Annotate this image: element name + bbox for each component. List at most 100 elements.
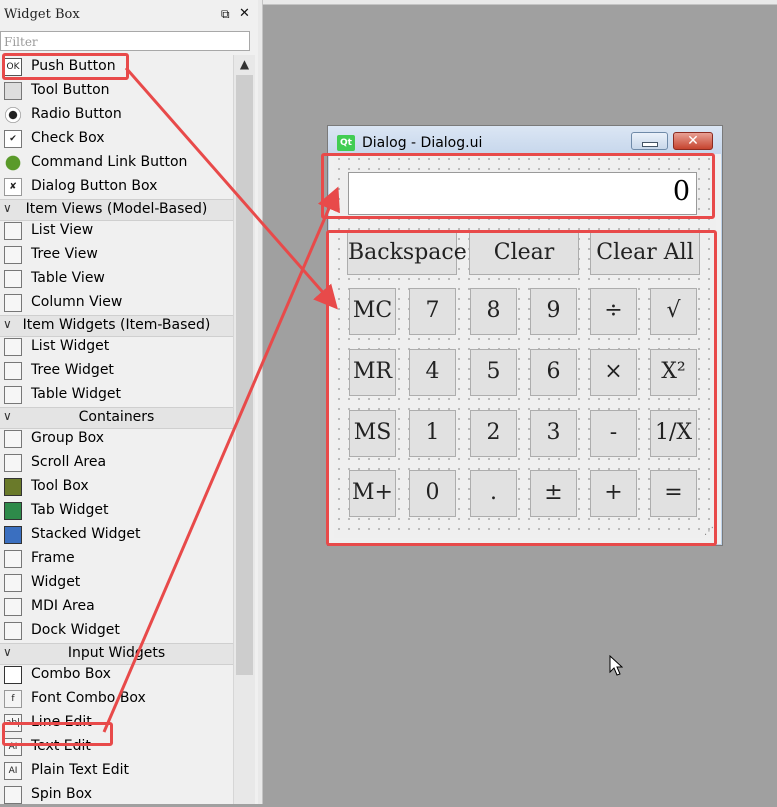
widget-item-mdi-area[interactable]: MDI Area — [0, 595, 233, 619]
widget-item-table-view[interactable]: Table View — [0, 267, 233, 291]
dialog-title: Dialog - Dialog.ui — [362, 135, 483, 151]
table-widget-icon — [4, 386, 22, 404]
widget-item-stacked-widget[interactable]: Stacked Widget — [0, 523, 233, 547]
widget-item-tool-box[interactable]: Tool Box — [0, 475, 233, 499]
spin-box-icon — [4, 786, 22, 804]
widget-item-label: Font Combo Box — [31, 690, 146, 706]
mouse-cursor-icon — [609, 655, 623, 676]
dialog-titlebar[interactable]: Qt Dialog - Dialog.ui ✕ — [328, 126, 722, 154]
float-icon[interactable]: ⧉ — [221, 7, 230, 22]
category-header-item-views-model-based[interactable]: ∨ Item Views (Model-Based) — [0, 199, 233, 221]
stacked-widget-icon — [4, 526, 22, 544]
scroll-area-icon — [4, 454, 22, 472]
minimize-button[interactable] — [631, 132, 668, 150]
qt-logo-icon: Qt — [337, 135, 355, 151]
widget-item-label: MDI Area — [31, 598, 95, 614]
widget-item-label: Tab Widget — [31, 502, 109, 518]
category-header-containers[interactable]: ∨ Containers — [0, 407, 233, 429]
widget-item-label: Table Widget — [31, 386, 121, 402]
widget-item-frame[interactable]: Frame — [0, 547, 233, 571]
widget-item-label: Stacked Widget — [31, 526, 141, 542]
widget-list-scrollbar[interactable]: ▲ — [233, 55, 255, 804]
dialog-close-button[interactable]: ✕ — [673, 132, 713, 150]
widget-item-column-view[interactable]: Column View — [0, 291, 233, 315]
widget-item-table-widget[interactable]: Table Widget — [0, 383, 233, 407]
widget-item-tree-widget[interactable]: Tree Widget — [0, 359, 233, 383]
widget-item-label: Scroll Area — [31, 454, 107, 470]
category-label: Input Widgets — [67, 645, 166, 661]
widget-item-tab-widget[interactable]: Tab Widget — [0, 499, 233, 523]
widget-item-spin-box[interactable]: Spin Box — [0, 783, 233, 807]
widget-item-widget[interactable]: Widget — [0, 571, 233, 595]
widget-item-label: Dialog Button Box — [31, 178, 158, 194]
widget-item-label: Column View — [31, 294, 123, 310]
widget-box-panel: Widget Box ⧉ ✕ Filter OK Push Button Tool … — [0, 0, 259, 804]
category-header-item-widgets-item-based[interactable]: ∨ Item Widgets (Item-Based) — [0, 315, 233, 337]
highlight-line-edit — [2, 722, 113, 746]
widget-item-dock-widget[interactable]: Dock Widget — [0, 619, 233, 643]
widget-item-command-link-button[interactable]: Command Link Button — [0, 151, 233, 175]
widget-item-label: Group Box — [31, 430, 105, 446]
mdi-area-icon — [4, 598, 22, 616]
tab-widget-icon — [4, 502, 22, 520]
top-splitter — [263, 0, 777, 5]
widget-item-label: Table View — [31, 270, 105, 286]
widget-item-tree-view[interactable]: Tree View — [0, 243, 233, 267]
dialog-button-box-icon: ✘ — [4, 178, 22, 196]
highlight-push-button — [2, 53, 129, 80]
widget-item-tool-button[interactable]: Tool Button — [0, 79, 233, 103]
widget-item-radio-button[interactable]: Radio Button — [0, 103, 233, 127]
widget-item-font-combo-box[interactable]: f Font Combo Box — [0, 687, 233, 711]
highlight-display-area — [321, 153, 715, 219]
widget-item-label: Tree View — [31, 246, 98, 262]
widget-box-title: Widget Box — [4, 7, 80, 22]
widget-box-titlebar: Widget Box ⧉ ✕ — [0, 0, 258, 30]
dock-widget-icon — [4, 622, 22, 640]
widget-item-scroll-area[interactable]: Scroll Area — [0, 451, 233, 475]
widget-item-label: Frame — [31, 550, 75, 566]
widget-item-label: List Widget — [31, 338, 110, 354]
tool-box-icon — [4, 478, 22, 496]
widget-item-list-widget[interactable]: List Widget — [0, 335, 233, 359]
widget-item-label: Tool Box — [31, 478, 89, 494]
splitter-handle[interactable] — [258, 0, 263, 804]
widget-item-label: Command Link Button — [31, 154, 188, 170]
category-label: Containers — [78, 409, 155, 425]
widget-item-label: Dock Widget — [31, 622, 120, 638]
widget-icon — [4, 574, 22, 592]
widget-item-group-box[interactable]: Group Box — [0, 427, 233, 451]
command-link-icon — [4, 154, 22, 172]
widget-item-combo-box[interactable]: Combo Box — [0, 663, 233, 687]
group-box-icon — [4, 430, 22, 448]
frame-icon — [4, 550, 22, 568]
widget-item-label: Check Box — [31, 130, 105, 146]
widget-item-label: Tree Widget — [31, 362, 114, 378]
list-view-icon — [4, 222, 22, 240]
list-widget-icon — [4, 338, 22, 356]
plain-text-edit-icon: AI — [4, 762, 22, 780]
widget-item-label: Tool Button — [31, 82, 110, 98]
check-box-icon: ✔ — [4, 130, 22, 148]
font-combo-box-icon: f — [4, 690, 22, 708]
tree-view-icon — [4, 246, 22, 264]
category-header-input-widgets[interactable]: ∨ Input Widgets — [0, 643, 233, 665]
minimize-icon — [642, 142, 658, 147]
tool-button-icon — [4, 82, 22, 100]
column-view-icon — [4, 294, 22, 312]
radio-button-icon — [4, 106, 22, 124]
widget-item-plain-text-edit[interactable]: AI Plain Text Edit — [0, 759, 233, 783]
highlight-button-area — [326, 230, 717, 546]
close-icon[interactable]: ✕ — [239, 6, 250, 21]
scrollbar-thumb[interactable] — [236, 75, 253, 675]
category-label: Item Widgets (Item-Based) — [22, 317, 211, 333]
filter-input[interactable]: Filter — [0, 31, 250, 51]
widget-item-dialog-button-box[interactable]: ✘ Dialog Button Box — [0, 175, 233, 199]
table-view-icon — [4, 270, 22, 288]
widget-item-label: List View — [31, 222, 94, 238]
widget-item-label: Widget — [31, 574, 81, 590]
widget-item-list-view[interactable]: List View — [0, 219, 233, 243]
widget-item-label: Plain Text Edit — [31, 762, 129, 778]
scroll-up-icon[interactable]: ▲ — [234, 57, 255, 71]
widget-item-check-box[interactable]: ✔ Check Box — [0, 127, 233, 151]
tree-widget-icon — [4, 362, 22, 380]
